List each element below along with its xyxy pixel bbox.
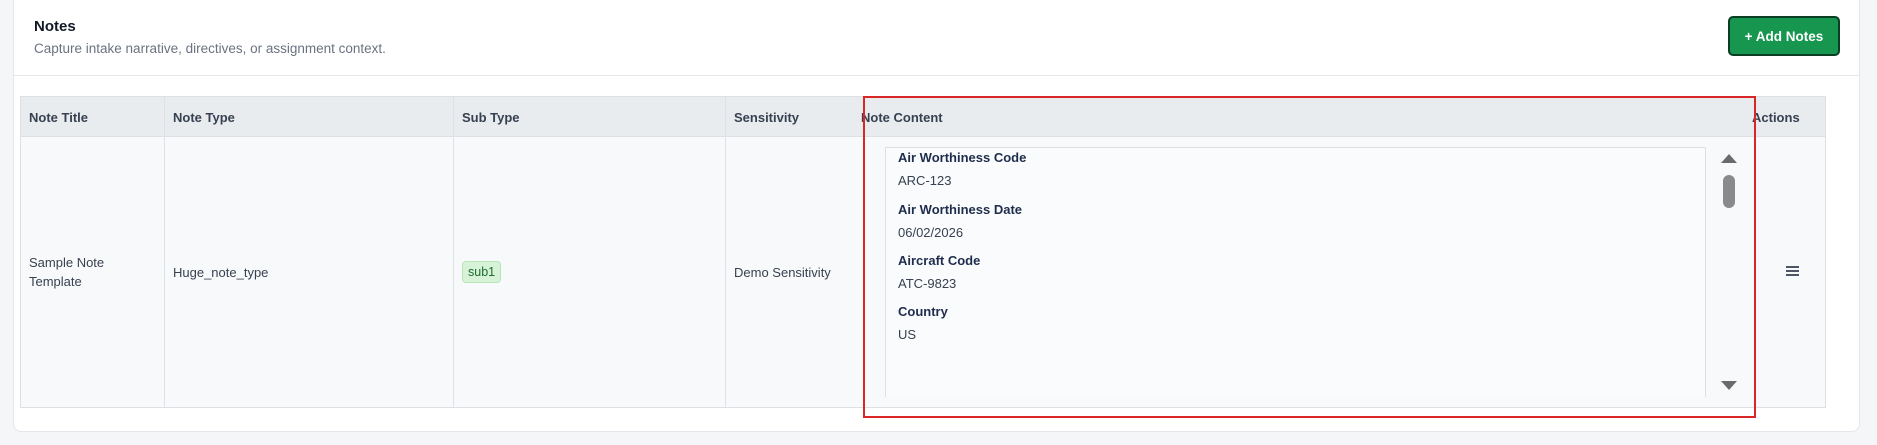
note-content-scroll-area[interactable]: Air Worthiness Code ARC-123 Air Worthine… [885,147,1706,397]
content-field: Country US [898,304,948,342]
add-notes-button[interactable]: + Add Notes [1728,16,1840,56]
column-header-sub-type[interactable]: Sub Type [454,97,520,137]
scrollbar-thumb[interactable] [1723,175,1735,208]
column-divider [453,97,454,407]
section-title: Notes [34,18,76,35]
column-header-note-title[interactable]: Note Title [21,97,88,137]
column-divider [164,97,165,407]
field-value: ATC-9823 [898,276,957,291]
note-title-cell: Sample Note Template [29,255,105,289]
field-label: Aircraft Code [898,253,981,268]
scroll-up-arrow-icon[interactable] [1721,154,1737,163]
column-header-actions: Actions [1752,109,1800,125]
column-header-sensitivity[interactable]: Sensitivity [726,97,799,137]
field-value: US [898,327,917,342]
sensitivity-cell: Demo Sensitivity [734,264,831,280]
section-subtitle: Capture intake narrative, directives, or… [34,41,386,56]
column-header-note-type[interactable]: Note Type [165,97,235,137]
column-header-note-content[interactable]: Note Content [853,97,943,137]
content-field: Aircraft Code ATC-9823 [898,253,980,291]
menu-icon[interactable] [1786,266,1799,276]
note-type-cell: Huge_note_type [173,264,269,280]
content-field: Air Worthiness Code ARC-123 [898,150,1026,188]
sub-type-badge: sub1 [462,261,502,283]
content-field: Air Worthiness Date 06/02/2026 [898,202,1022,240]
field-label: Air Worthiness Date [898,202,1023,217]
field-label: Country [898,304,948,319]
field-label: Air Worthiness Code [898,150,1027,165]
scroll-down-arrow-icon[interactable] [1721,381,1737,390]
column-divider [725,97,726,407]
table-header: Note Title Note Type Sub Type Sensitivit… [21,97,1825,137]
notes-header: Notes Capture intake narrative, directiv… [14,0,1859,76]
sub-type-cell: sub1 [454,137,502,407]
field-value: ARC-123 [898,173,952,188]
field-value: 06/02/2026 [898,225,964,240]
